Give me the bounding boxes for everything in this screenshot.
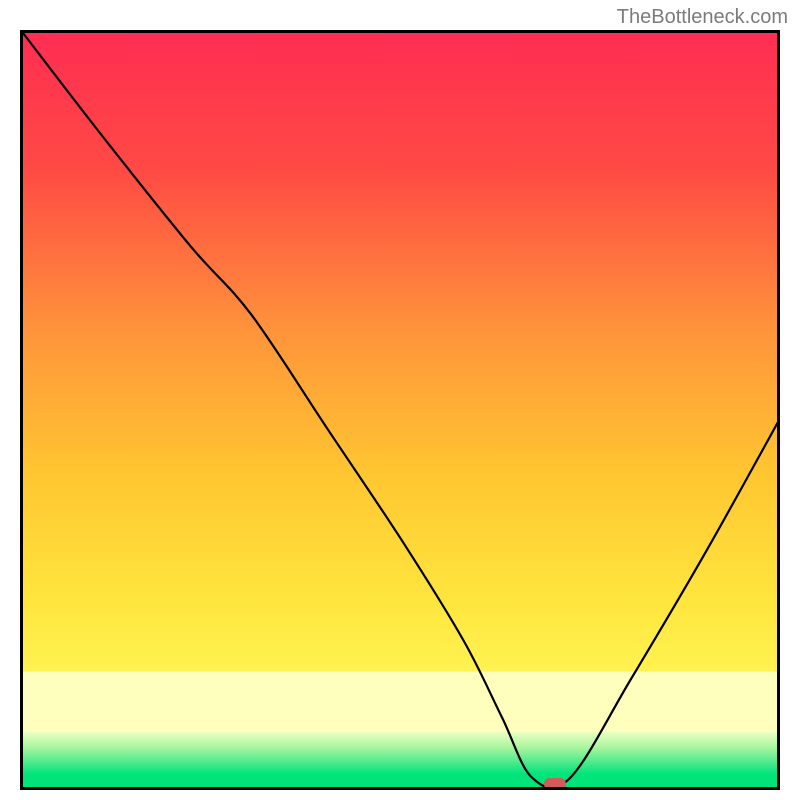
curve-layer: [23, 33, 780, 790]
optimal-point-marker: [544, 778, 566, 790]
attribution-watermark: TheBottleneck.com: [617, 6, 788, 29]
chart-container: TheBottleneck.com: [0, 0, 800, 800]
plot-area: [20, 30, 780, 790]
bottleneck-curve: [23, 33, 780, 788]
